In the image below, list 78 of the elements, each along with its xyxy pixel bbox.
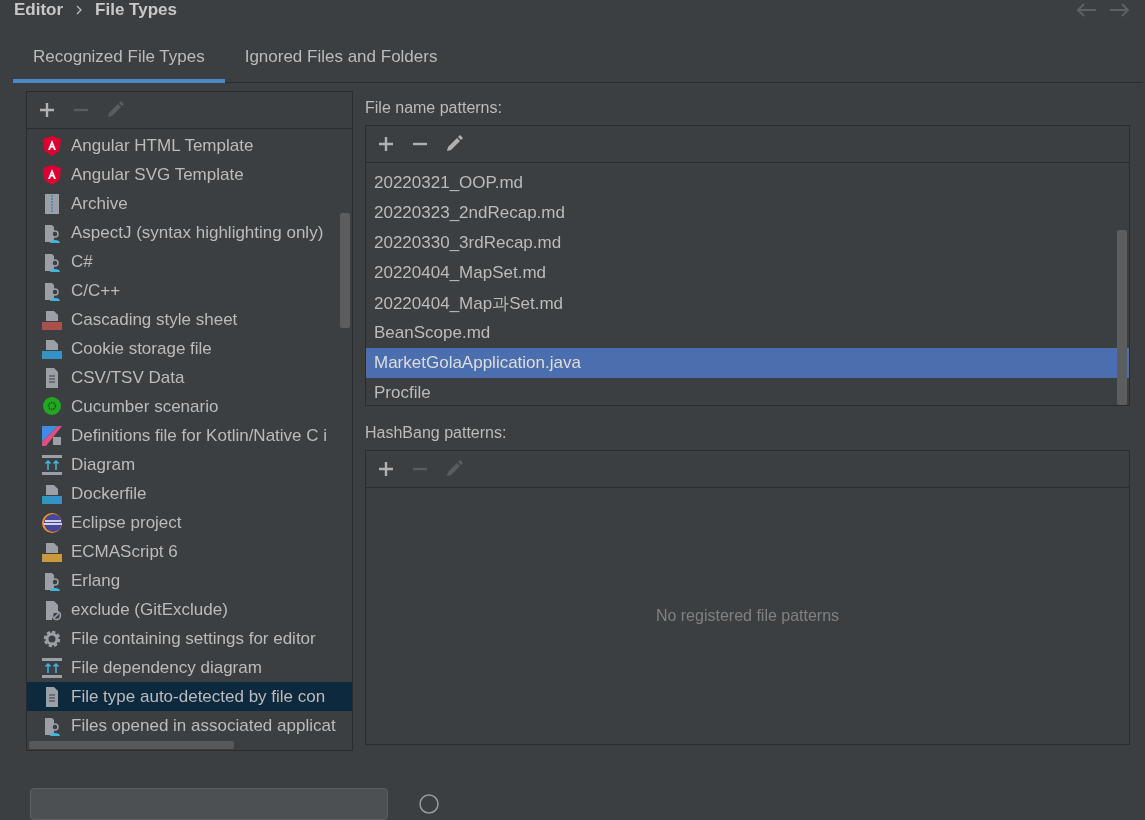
- file-type-label: CSV/TSV Data: [71, 367, 185, 388]
- pattern-row[interactable]: 20220330_3rdRecap.md: [366, 228, 1129, 258]
- file-type-label: Definitions file for Kotlin/Native C i: [71, 425, 328, 446]
- add-button[interactable]: [37, 100, 57, 120]
- file-type-row[interactable]: Dockerfile: [27, 479, 352, 508]
- file-type-label: Cucumber scenario: [71, 396, 219, 417]
- file-type-label: exclude (GitExclude): [71, 599, 228, 620]
- angular-icon: [41, 163, 63, 186]
- file-type-label: File type auto-detected by file con: [71, 686, 326, 707]
- file-type-label: C#: [71, 251, 93, 272]
- file-type-label: Archive: [71, 193, 128, 214]
- js-file-icon: [41, 540, 63, 563]
- file-type-row[interactable]: File dependency diagram: [27, 653, 352, 682]
- file-type-row[interactable]: C/C++: [27, 276, 352, 305]
- section-label: File name patterns:: [365, 98, 503, 118]
- file-type-label: Eclipse project: [71, 512, 182, 533]
- add-button[interactable]: [376, 459, 396, 479]
- pattern-row[interactable]: Procfile: [366, 378, 1129, 405]
- scrollbar-thumb[interactable]: [340, 213, 350, 328]
- css-file-icon: [41, 308, 63, 331]
- pattern-row[interactable]: 20220404_MapSet.md: [366, 258, 1129, 288]
- diagram-icon: [41, 453, 63, 476]
- file-type-row[interactable]: Cascading style sheet: [27, 305, 352, 334]
- file-type-row[interactable]: Cookie storage file: [27, 334, 352, 363]
- kotlin-file-icon: [41, 424, 63, 447]
- file-type-label: C/C++: [71, 280, 121, 301]
- file-type-row[interactable]: File containing settings for editor: [27, 624, 352, 653]
- scrollbar-thumb[interactable]: [1117, 230, 1127, 405]
- file-type-row[interactable]: Angular HTML Template: [27, 131, 352, 160]
- add-button[interactable]: [376, 134, 396, 154]
- help-icon[interactable]: [418, 793, 440, 815]
- file-type-row[interactable]: Files opened in associated applicat: [27, 711, 352, 740]
- breadcrumb-item: File Types: [95, 0, 177, 20]
- file-type-row[interactable]: exclude (GitExclude): [27, 595, 352, 624]
- chevron-icon: [75, 5, 84, 15]
- edit-button[interactable]: [444, 134, 464, 154]
- file-type-row[interactable]: Angular SVG Template: [27, 160, 352, 189]
- file-type-label: File containing settings for editor: [71, 628, 316, 649]
- pattern-row[interactable]: 20220323_2ndRecap.md: [366, 198, 1129, 228]
- section-label: HashBang patterns:: [365, 423, 508, 443]
- file-type-row[interactable]: CSV/TSV Data: [27, 363, 352, 392]
- file-type-label: File dependency diagram: [71, 657, 262, 678]
- pattern-row[interactable]: 20220404_Map과Set.md: [366, 288, 1129, 318]
- cucumber-icon: [41, 395, 63, 418]
- docker-file-icon: [41, 482, 63, 505]
- file-type-label: Cascading style sheet: [71, 309, 238, 330]
- file-type-row[interactable]: ECMAScript 6: [27, 537, 352, 566]
- pattern-row[interactable]: 20220321_OOP.md: [366, 168, 1129, 198]
- input-field[interactable]: [30, 788, 388, 820]
- file-type-row[interactable]: Diagram: [27, 450, 352, 479]
- eclipse-icon: [41, 511, 63, 534]
- file-type-label: Diagram: [71, 454, 136, 475]
- file-type-row[interactable]: Definitions file for Kotlin/Native C i: [27, 421, 352, 450]
- file-type-row[interactable]: Erlang: [27, 566, 352, 595]
- pattern-row[interactable]: BeanScope.md: [366, 318, 1129, 348]
- breadcrumb-item: Editor: [14, 0, 64, 20]
- file-type-label: Angular SVG Template: [71, 164, 244, 185]
- file-type-row[interactable]: File type auto-detected by file con: [27, 682, 352, 711]
- file-type-label: Cookie storage file: [71, 338, 212, 359]
- api-file-icon: [41, 337, 63, 360]
- file-type-label: Files opened in associated applicat: [71, 715, 336, 736]
- file-type-label: Dockerfile: [71, 483, 147, 504]
- angular-icon: [41, 134, 63, 157]
- file-type-row[interactable]: Cucumber scenario: [27, 392, 352, 421]
- file-type-label: ECMAScript 6: [71, 541, 178, 562]
- file-type-label: Angular HTML Template: [71, 135, 254, 156]
- file-type-row[interactable]: AspectJ (syntax highlighting only): [27, 218, 352, 247]
- tab[interactable]: Ignored Files and Folders: [224, 34, 458, 83]
- pattern-row[interactable]: MarketGolaApplication.java: [366, 348, 1129, 378]
- file-type-row[interactable]: Eclipse project: [27, 508, 352, 537]
- diagram-icon: [41, 656, 63, 679]
- file-type-row[interactable]: C#: [27, 247, 352, 276]
- empty-message: No registered file patterns: [655, 607, 840, 625]
- tab[interactable]: Recognized File Types: [13, 34, 225, 83]
- file-type-row[interactable]: Archive: [27, 189, 352, 218]
- file-type-label: AspectJ (syntax highlighting only): [71, 222, 324, 243]
- file-type-label: Erlang: [71, 570, 121, 591]
- scrollbar-thumb[interactable]: [29, 741, 234, 749]
